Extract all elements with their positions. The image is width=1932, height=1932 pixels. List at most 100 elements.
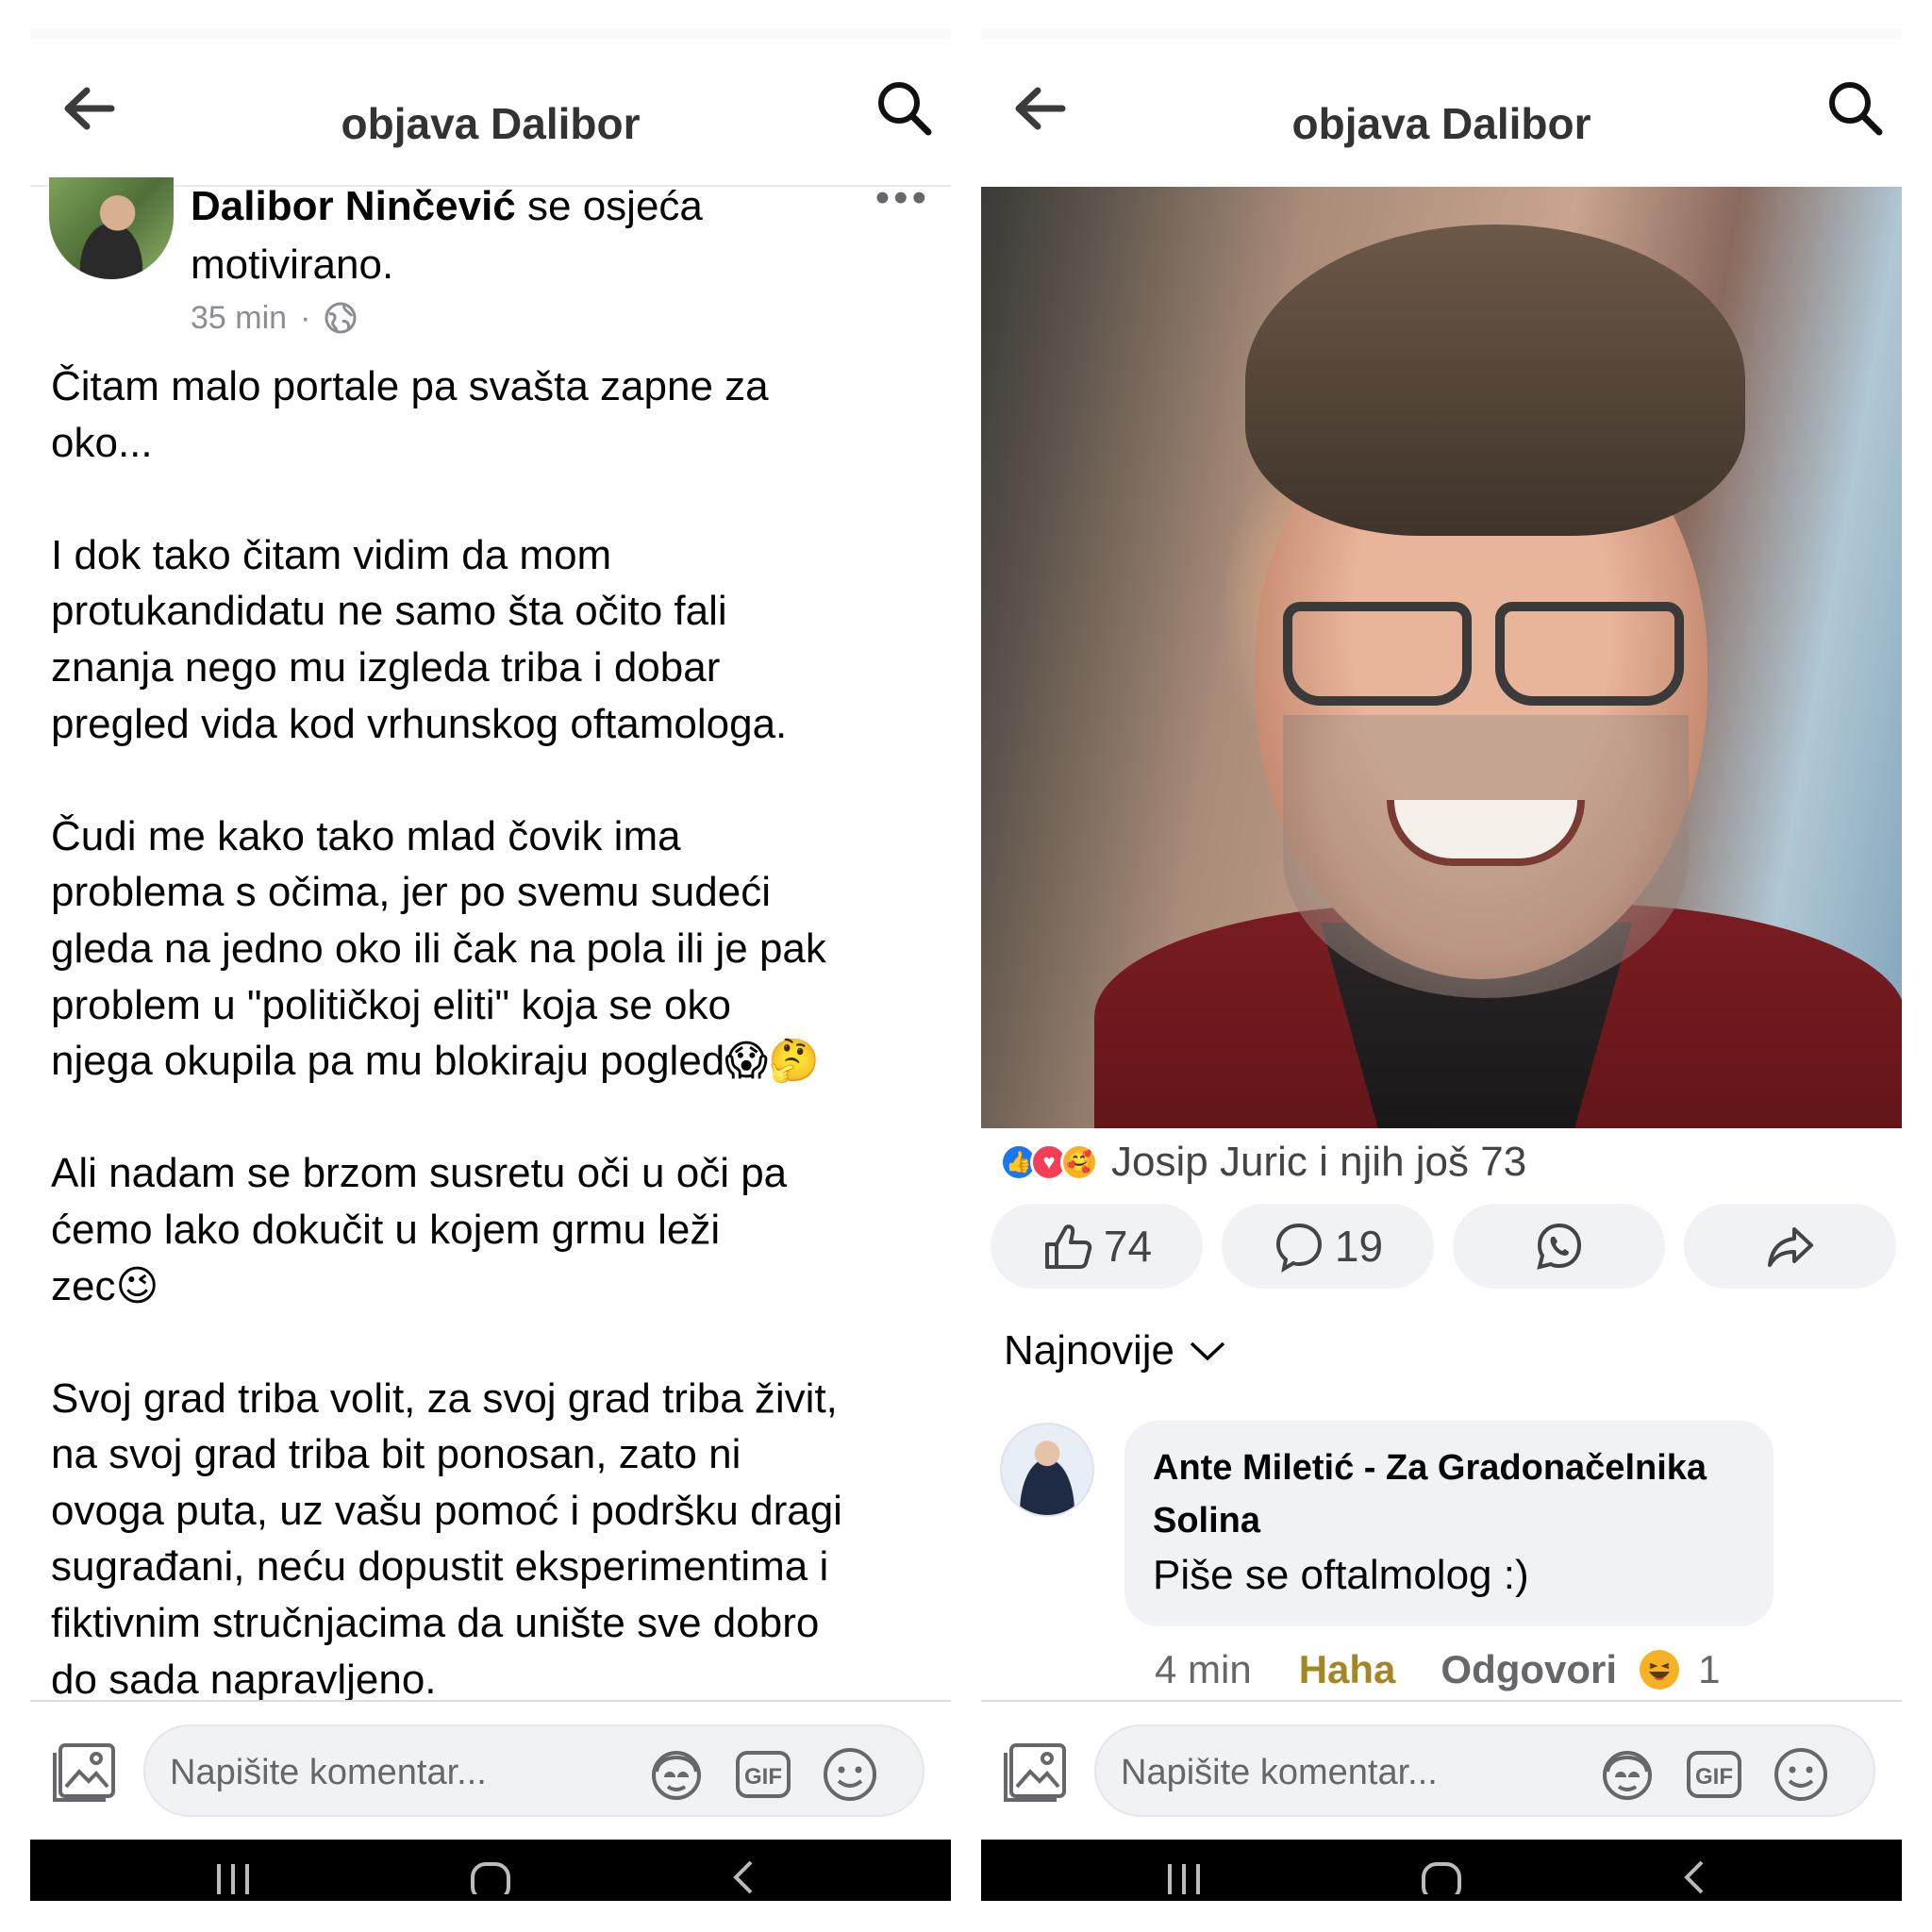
post-header: Dalibor Ninčević se osjeća motivirano. [191,177,870,294]
post-text-line: problem u "političkoj eliti" koja se oko [51,981,731,1028]
whatsapp-button[interactable] [1453,1204,1665,1289]
gif-icon[interactable]: GIF [1683,1743,1745,1806]
emoji-icon[interactable] [1770,1743,1832,1806]
haha-emoji-icon [1640,1650,1680,1690]
commenter-name[interactable]: Ante Miletić - Za Gradonačelnika Solina [1153,1441,1745,1547]
author-avatar[interactable] [49,177,174,279]
commenter-avatar[interactable] [1000,1423,1094,1517]
nav-back-icon[interactable] [1670,1857,1717,1894]
post-paragraph: I dok tako čitam vidim da mom protukandid… [51,527,947,752]
comment-placeholder: Napišite komentar... [1121,1753,1438,1792]
post-text-line: Čudi me kako tako mlad čovik ima [51,812,681,859]
comment-button[interactable]: 19 [1222,1204,1434,1289]
post-actions: 74 19 [991,1204,1896,1289]
comment-input[interactable]: Napišite komentar... GIF [1094,1724,1875,1817]
comment-text: Piše se oftalmolog :) [1153,1552,1529,1598]
composer-divider [30,1700,951,1702]
system-nav-bar [981,1840,1902,1901]
photo-hair [1245,225,1745,536]
reply-button[interactable]: Odgovori [1441,1641,1617,1698]
care-reaction-icon: 🥰 [1060,1143,1098,1181]
post-text: Čitam malo portale pa svašta zapne za oko… [51,358,947,1707]
search-icon[interactable] [1824,77,1885,138]
post-text-line: ovoga puta, uz vašu pomoć i podršku drag… [51,1487,842,1534]
share-arrow-icon [1767,1227,1813,1267]
comment-bubble-icon [1275,1223,1322,1273]
svg-text:GIF: GIF [744,1764,782,1790]
post-text-line: pregled vida kod vrhunskog oftamologa. [51,700,788,747]
post-paragraph: Čudi me kako tako mlad čovik ima problema… [51,808,947,1090]
comment-composer: Napišite komentar... GIF [981,1704,1902,1826]
comment-bubble: Ante Miletić - Za Gradonačelnika Solina … [1124,1421,1774,1626]
post-time[interactable]: 35 min [191,296,287,340]
comment-meta: 4 min Haha Odgovori 1 [1155,1641,1720,1698]
sort-label: Najnovije [1004,1327,1174,1374]
avatar-sticker-icon[interactable] [1596,1743,1658,1806]
app-bar: objava Dalibor [30,40,951,162]
post-text-line: I dok tako čitam vidim da mom [51,531,612,578]
post-text-line: problema s očima, jer po svemu sudeći [51,869,771,916]
comment-composer: Napišite komentar... GIF [30,1704,951,1826]
thumbs-up-icon [1044,1224,1092,1269]
composer-divider [981,1700,1902,1702]
commenter-name-line2: Solina [1153,1501,1261,1541]
post-text-line: na svoj grad triba bit ponosan, zato ni [51,1431,741,1478]
photo-icon[interactable] [51,1734,123,1806]
meta-separator: · [300,300,311,336]
post-text-line: Svoj grad triba volit, za svoj grad trib… [51,1374,838,1422]
like-button[interactable]: 74 [991,1204,1203,1289]
svg-text:GIF: GIF [1695,1764,1733,1790]
post-text-line: Čitam malo portale pa svašta zapne za [51,363,769,409]
post-text-line: fiktivnim stručnjacima da unište sve dob… [51,1600,820,1647]
post-paragraph: Čitam malo portale pa svašta zapne za oko… [51,358,947,471]
page-title: objava Dalibor [1291,99,1591,148]
comment-input[interactable]: Napišite komentar... GIF [143,1724,924,1817]
haha-reaction-button[interactable]: Haha [1299,1641,1396,1698]
app-bar: objava Dalibor [981,40,1902,162]
recent-apps-icon[interactable] [1160,1857,1208,1894]
post-text-line: zec😉 [51,1262,159,1309]
reactions-text: Josip Juric i njih još 73 [1111,1139,1527,1185]
more-icon[interactable]: ••• [875,177,930,219]
share-button[interactable] [1684,1204,1896,1289]
like-count: 74 [1103,1222,1153,1271]
status-bar [30,28,951,40]
nav-back-icon[interactable] [719,1857,766,1894]
post-text-line: sugrađani, neću dopustit eksperimentima … [51,1543,829,1591]
comment-sort-dropdown[interactable]: Najnovije [1004,1323,1227,1379]
comment-time: 4 min [1155,1647,1252,1691]
search-icon[interactable] [874,77,934,138]
feeling-text: se osjeća [515,183,703,229]
post-photo[interactable] [981,187,1902,1128]
post-text-line: Ali nadam se brzom susretu oči u oči pa [51,1150,788,1197]
post-text-line: oko... [51,419,153,466]
post-text-line: protukandidatu ne samo šta očito fali [51,588,727,635]
home-icon[interactable] [467,1857,514,1894]
post-paragraph: Svoj grad triba volit, za svoj grad trib… [51,1371,947,1708]
author-name[interactable]: Dalibor Ninčević [191,183,516,229]
post-text-line: ćemo lako dokučit u kojem grmu leži [51,1206,721,1253]
comment-reaction-count: 1 [1698,1647,1721,1691]
feeling-text-2: motivirano. [191,242,394,288]
left-screenshot: objava Dalibor Dalibor Ninčević se osjeć… [30,28,951,1901]
status-bar [981,28,1902,40]
comment-placeholder: Napišite komentar... [170,1753,487,1792]
comment-count: 19 [1334,1222,1384,1271]
reaction-icons: 👍 ♥ 🥰 [1000,1143,1098,1181]
home-icon[interactable] [1418,1857,1465,1894]
globe-icon [325,302,357,334]
chevron-down-icon [1190,1341,1225,1361]
post-text-line: znanja nego mu izgleda triba i dobar [51,643,721,691]
photo-icon[interactable] [1002,1734,1074,1806]
photo-glasses-right [1495,602,1684,706]
system-nav-bar [30,1840,951,1901]
right-screenshot: objava Dalibor 👍 ♥ 🥰 Josip Juric i njih … [981,28,1902,1901]
emoji-icon[interactable] [819,1743,881,1806]
post-text-line: gleda na jedno oko ili čak na pola ili j… [51,924,826,972]
gif-icon[interactable]: GIF [732,1743,794,1806]
post-paragraph: Ali nadam se brzom susretu oči u oči pa ć… [51,1145,947,1314]
post-text-line: njega okupila pa mu blokiraju pogled😱🤔 [51,1038,820,1085]
reactions-summary[interactable]: 👍 ♥ 🥰 Josip Juric i njih još 73 [1000,1134,1526,1191]
avatar-sticker-icon[interactable] [645,1743,708,1806]
recent-apps-icon[interactable] [209,1857,257,1894]
